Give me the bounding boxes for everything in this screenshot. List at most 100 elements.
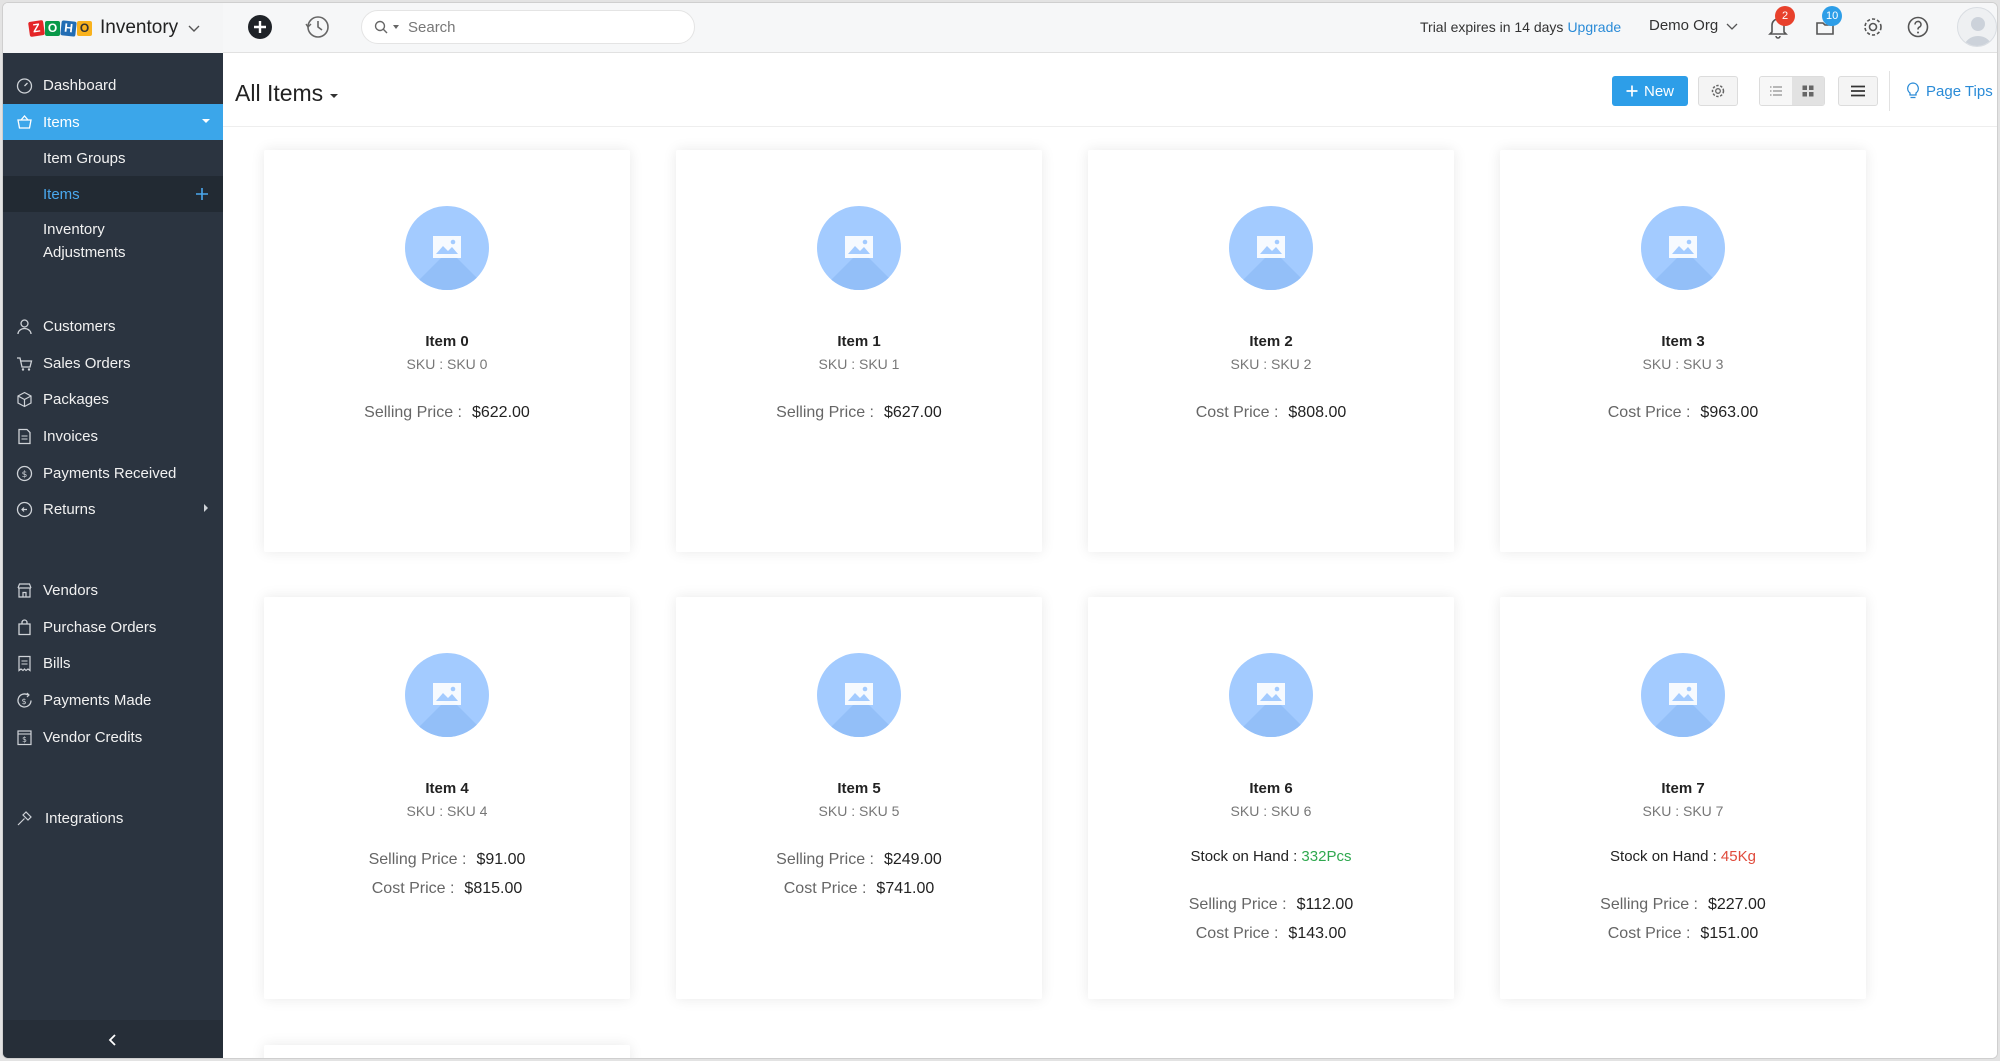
sidebar-item-invoices[interactable]: Invoices <box>3 418 223 454</box>
image-placeholder-icon <box>845 236 873 258</box>
quick-create-icon[interactable] <box>245 12 275 42</box>
item-name: Item 3 <box>1661 333 1705 350</box>
sidebar-item-payments-made[interactable]: $ Payments Made <box>3 682 223 718</box>
org-switcher[interactable]: Demo Org <box>1649 17 1738 34</box>
item-sku: SKU : SKU 7 <box>1642 803 1724 819</box>
upgrade-link[interactable]: Upgrade <box>1567 19 1621 35</box>
item-card[interactable]: Item 4 SKU : SKU 4 Selling Price : $91.00… <box>264 597 630 999</box>
caret-right-icon <box>204 504 208 512</box>
shopping-bag-icon <box>18 619 31 636</box>
new-button-label: New <box>1643 82 1674 100</box>
list-view-button[interactable] <box>1760 77 1792 105</box>
bill-receipt-icon <box>18 655 31 672</box>
more-options-button[interactable] <box>1838 76 1878 106</box>
sidebar-item-label: Purchase Orders <box>43 618 157 636</box>
zoho-logo: ZOHO <box>28 19 93 37</box>
sidebar-collapse-button[interactable] <box>3 1020 223 1058</box>
item-image-placeholder <box>1641 653 1725 737</box>
cost-price-label: Cost Price : <box>1195 925 1279 942</box>
image-placeholder-icon <box>1669 236 1697 258</box>
sidebar-item-inventory-adjustments[interactable]: Inventory Adjustments <box>3 218 223 264</box>
plug-icon <box>17 811 32 826</box>
cost-price-row: Cost Price : $963.00 <box>1500 404 1866 422</box>
cart-icon <box>17 357 33 371</box>
selling-price-row: Selling Price : $627.00 <box>676 404 1042 422</box>
caret-down-icon <box>202 119 210 123</box>
item-sku: SKU : SKU 3 <box>1642 356 1724 372</box>
image-placeholder-icon <box>845 683 873 705</box>
grid-view-button[interactable] <box>1792 77 1824 105</box>
image-placeholder-icon <box>1669 683 1697 705</box>
cost-price-value: $151.00 <box>1700 925 1759 942</box>
sidebar-item-purchase-orders[interactable]: Purchase Orders <box>3 609 223 645</box>
sidebar-item-sales-orders[interactable]: Sales Orders <box>3 345 223 381</box>
sidebar-item-label: Inventory <box>43 221 105 238</box>
sidebar-item-bills[interactable]: Bills <box>3 645 223 681</box>
search-filter-caret-icon[interactable] <box>392 23 400 31</box>
sidebar-item-items[interactable]: Items <box>3 104 223 140</box>
cost-price-value: $143.00 <box>1288 925 1347 942</box>
credit-note-icon: $ <box>17 730 32 746</box>
settings-gear-icon[interactable] <box>1858 12 1888 42</box>
selling-price-label: Selling Price : <box>368 851 467 868</box>
selling-price-row: Selling Price : $112.00 <box>1088 896 1454 914</box>
item-image-placeholder <box>817 206 901 290</box>
sidebar-item-items-sub[interactable]: Items <box>3 176 223 212</box>
plus-icon[interactable] <box>195 187 209 201</box>
trial-notice: Trial expires in 14 days Upgrade <box>1420 19 1621 35</box>
item-card[interactable]: Item 6 SKU : SKU 6 Stock on Hand : 332Pc… <box>1088 597 1454 999</box>
sidebar-item-label: Payments Made <box>43 691 152 709</box>
selling-price-label: Selling Price : <box>1600 896 1698 913</box>
chevron-left-icon <box>108 1034 116 1046</box>
sidebar-item-customers[interactable]: Customers <box>3 308 223 344</box>
view-selector[interactable]: All Items <box>235 80 339 107</box>
sidebar-item-vendor-credits[interactable]: $ Vendor Credits <box>3 719 223 755</box>
search-bar[interactable] <box>361 10 695 44</box>
sidebar-item-label: Returns <box>43 500 96 518</box>
sidebar-item-dashboard[interactable]: Dashboard <box>3 67 223 103</box>
item-card[interactable] <box>264 1045 630 1058</box>
recent-history-icon[interactable] <box>303 12 333 42</box>
search-input[interactable] <box>408 18 638 36</box>
search-icon <box>374 20 388 34</box>
selling-price-value: $249.00 <box>883 851 942 868</box>
image-placeholder-icon <box>1257 683 1285 705</box>
cost-price-label: Cost Price : <box>1607 925 1691 942</box>
app-window: ZOHO Inventory Trial expires in 14 daysU… <box>2 2 1998 1059</box>
item-name: Item 5 <box>837 780 881 797</box>
item-card[interactable]: Item 2 SKU : SKU 2 Cost Price : $808.00 <box>1088 150 1454 552</box>
cost-price-value: $963.00 <box>1700 404 1759 421</box>
page-tips-link[interactable]: Page Tips <box>1906 82 1993 100</box>
item-card[interactable]: Item 5 SKU : SKU 5 Selling Price : $249.0… <box>676 597 1042 999</box>
selling-price-value: $627.00 <box>883 404 942 421</box>
sidebar-item-label: Vendors <box>43 581 99 599</box>
selling-price-value: $622.00 <box>471 404 530 421</box>
hamburger-menu-icon <box>1851 85 1865 97</box>
item-card[interactable]: Item 0 SKU : SKU 0 Selling Price : $622.0… <box>264 150 630 552</box>
user-avatar[interactable] <box>1957 7 1997 47</box>
new-item-button[interactable]: New <box>1612 76 1688 106</box>
cost-price-label: Cost Price : <box>371 880 455 897</box>
selling-price-label: Selling Price : <box>1188 896 1287 913</box>
sidebar-item-integrations[interactable]: Integrations <box>3 800 223 836</box>
top-bar: ZOHO Inventory Trial expires in 14 daysU… <box>3 3 1997 53</box>
item-card[interactable]: Item 1 SKU : SKU 1 Selling Price : $627.0… <box>676 150 1042 552</box>
sidebar-item-label: Item Groups <box>43 149 126 167</box>
app-switcher[interactable]: ZOHO Inventory <box>3 3 223 53</box>
image-placeholder-icon <box>433 683 461 705</box>
item-card[interactable]: Item 3 SKU : SKU 3 Cost Price : $963.00 <box>1500 150 1866 552</box>
item-card[interactable]: Item 7 SKU : SKU 7 Stock on Hand : 45Kg … <box>1500 597 1866 999</box>
cost-price-label: Cost Price : <box>1607 404 1691 421</box>
sidebar-item-payments-received[interactable]: $ Payments Received <box>3 455 223 491</box>
sidebar-item-packages[interactable]: Packages <box>3 381 223 417</box>
list-settings-button[interactable] <box>1698 76 1738 106</box>
selling-price-label: Selling Price : <box>776 851 874 868</box>
help-icon[interactable] <box>1903 12 1933 42</box>
item-name: Item 7 <box>1661 780 1705 797</box>
sidebar-item-vendors[interactable]: Vendors <box>3 572 223 608</box>
sidebar-item-item-groups[interactable]: Item Groups <box>3 140 223 176</box>
svg-text:$: $ <box>21 697 26 706</box>
notification-count-badge: 2 <box>1775 6 1795 26</box>
sidebar-item-returns[interactable]: Returns <box>3 491 223 527</box>
stock-on-hand-value: 332Pcs <box>1301 848 1352 865</box>
